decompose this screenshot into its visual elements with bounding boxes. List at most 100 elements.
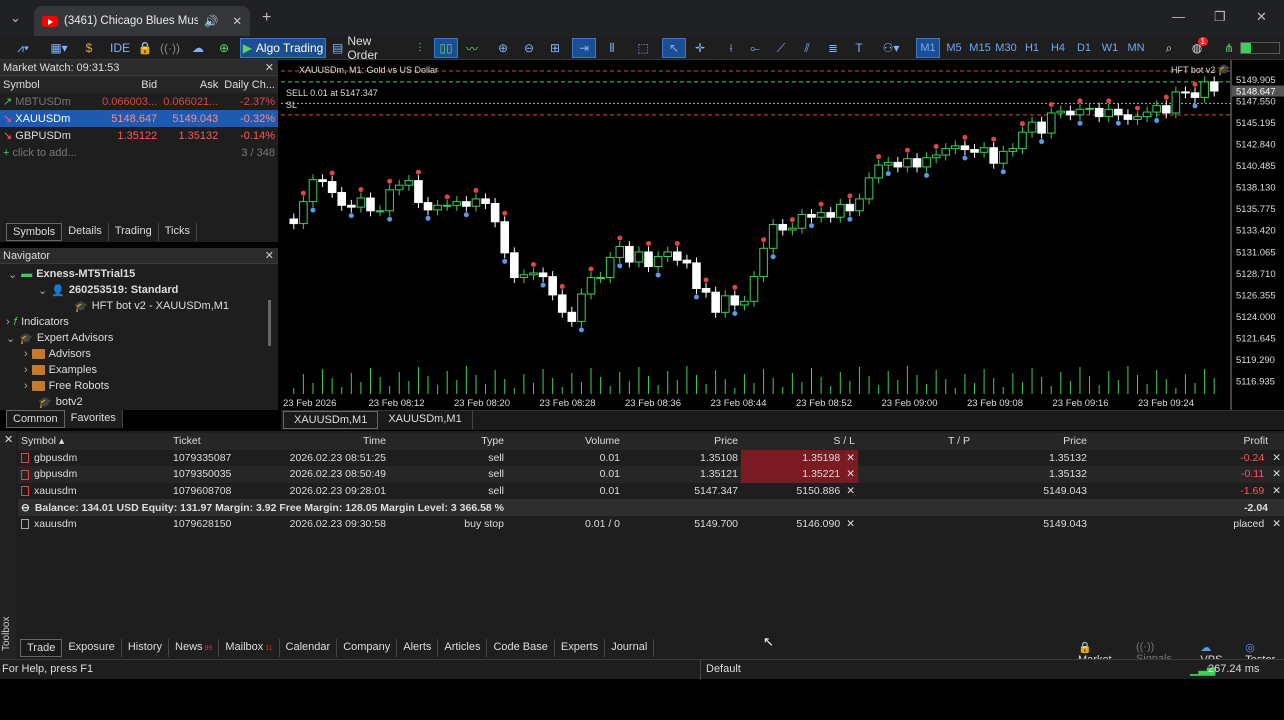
tab-details[interactable]: Details	[62, 223, 109, 241]
globe-icon[interactable]: ⊕	[214, 38, 234, 58]
signal-icon[interactable]: ((·))	[160, 38, 180, 58]
tab-trade[interactable]: Trade	[20, 639, 63, 657]
order-row[interactable]: xauusdm 1079628150 2026.02.23 09:30:58 buy …	[18, 516, 1284, 533]
screenshot-icon[interactable]: ⬚	[634, 38, 652, 58]
nav-free-robots-folder[interactable]: › Free Robots	[24, 378, 109, 394]
chart-type-icon[interactable]: ⩘▾	[8, 38, 38, 58]
col-daily-change[interactable]: Daily Ch...	[221, 76, 278, 93]
col-sl[interactable]: S / L	[741, 433, 858, 450]
browser-tab[interactable]: (3461) Chicago Blues Music - 🔊 ✕	[34, 6, 250, 36]
timeframe-m1[interactable]: M1	[916, 38, 940, 58]
vertical-line-icon[interactable]: ⟊	[722, 38, 740, 58]
profile-name[interactable]: Default	[706, 663, 741, 675]
col-time[interactable]: Time	[274, 433, 389, 450]
tab-search-icon[interactable]: ⌄	[10, 10, 21, 26]
lock-icon[interactable]: 🔒	[136, 38, 154, 58]
col-current-price[interactable]: Price	[973, 433, 1090, 450]
tab-news[interactable]: News 99	[169, 639, 220, 657]
col-price[interactable]: Price	[623, 433, 741, 450]
col-ask[interactable]: Ask	[160, 76, 221, 93]
line-chart-icon[interactable]: 〰	[462, 38, 482, 58]
cloud-icon[interactable]: ☁	[188, 38, 208, 58]
market-row[interactable]: ↗ MBTUSDm 0.066003... 0.066021... -2.37%	[0, 93, 278, 110]
notifications-icon[interactable]: ◍ 1	[1186, 37, 1208, 58]
market-row[interactable]: ↘ GBPUSDm 1.35122 1.35132 -0.14%	[0, 127, 278, 144]
nav-botv2[interactable]: 🎓 botv2	[38, 394, 83, 410]
timeframe-h1[interactable]: H1	[1020, 38, 1044, 58]
tab-history[interactable]: History	[122, 639, 170, 657]
nav-expert-advisors[interactable]: ⌄ 🎓 Expert Advisors	[6, 330, 113, 346]
close-icon[interactable]: ✕	[0, 431, 16, 448]
market-row-selected[interactable]: ↘ XAUUSDm 5148.647 5149.043 -0.32%	[0, 110, 278, 127]
chart-shift-icon[interactable]: ⫴	[602, 38, 622, 58]
tab-alerts[interactable]: Alerts	[397, 639, 439, 657]
timeframe-mn[interactable]: MN	[1124, 38, 1148, 58]
remove-sl-icon[interactable]: ✕	[846, 452, 855, 464]
zoom-in-icon[interactable]: ⊕	[494, 38, 512, 58]
grid-icon[interactable]: ⊞	[546, 38, 564, 58]
connection-icon[interactable]: ⋔	[1222, 38, 1236, 58]
crosshair-icon[interactable]: ✛	[690, 38, 710, 58]
timeframe-h4[interactable]: H4	[1046, 38, 1070, 58]
tab-ticks[interactable]: Ticks	[159, 223, 197, 241]
fibonacci-icon[interactable]: ≣	[824, 38, 842, 58]
new-tab-button[interactable]: +	[262, 9, 271, 27]
nav-examples-folder[interactable]: › Examples	[24, 362, 97, 378]
col-symbol[interactable]: Symbol ▴	[18, 433, 170, 450]
nav-indicators[interactable]: › 𝑓 Indicators	[6, 314, 69, 330]
remove-sl-icon[interactable]: ✕	[846, 468, 855, 480]
delete-order-icon[interactable]: ✕	[1272, 518, 1281, 530]
bar-chart-icon[interactable]: ⫶	[410, 38, 430, 58]
tab-common[interactable]: Common	[6, 410, 65, 428]
minimize-icon[interactable]: —	[1172, 9, 1185, 24]
add-symbol-row[interactable]: + click to add... 3 / 348	[0, 144, 278, 161]
close-icon[interactable]: ✕	[265, 249, 274, 262]
position-row[interactable]: xauusdm 1079608708 2026.02.23 09:28:01 sell…	[18, 483, 1284, 500]
position-row[interactable]: gbpusdm 1079335087 2026.02.23 08:51:25 sell…	[18, 449, 1284, 467]
chart-tab[interactable]: XAUUSDm,M1	[378, 411, 473, 429]
nav-account[interactable]: ⌄ 👤 260253519: Standard	[38, 282, 178, 298]
maximize-icon[interactable]: ❐	[1214, 9, 1226, 25]
ide-button[interactable]: IDE	[110, 38, 130, 58]
price-chart[interactable]: 5149.905 5147.550 5145.195 5142.840 5140.485…	[281, 60, 1284, 410]
search-icon[interactable]: ⌕	[1160, 38, 1178, 58]
money-icon[interactable]: $	[80, 38, 98, 58]
autoscroll-icon[interactable]: ⇥	[572, 38, 596, 58]
remove-sl-icon[interactable]: ✕	[846, 485, 855, 497]
tab-articles[interactable]: Articles	[438, 639, 488, 657]
tab-favorites[interactable]: Favorites	[65, 410, 123, 428]
position-row[interactable]: gbpusdm 1079350035 2026.02.23 08:50:49 sell…	[18, 466, 1284, 483]
col-ticket[interactable]: Ticket	[170, 433, 274, 450]
tab-calendar[interactable]: Calendar	[280, 639, 338, 657]
shapes-icon[interactable]: ⚇▾	[876, 38, 906, 58]
candlestick-icon[interactable]: ▯▯	[434, 38, 458, 58]
tab-mailbox[interactable]: Mailbox 11	[219, 639, 280, 657]
col-bid[interactable]: Bid	[99, 76, 160, 93]
navigator-scrollbar[interactable]	[268, 300, 271, 346]
text-icon[interactable]: T	[850, 38, 868, 58]
tab-code-base[interactable]: Code Base	[487, 639, 555, 657]
nav-expert[interactable]: 🎓 HFT bot v2 - XAUUSDm,M1	[74, 298, 229, 314]
tab-trading[interactable]: Trading	[109, 223, 159, 241]
zoom-out-icon[interactable]: ⊖	[520, 38, 538, 58]
nav-advisors-folder[interactable]: › Advisors	[24, 346, 91, 362]
timeframe-m15[interactable]: M15	[968, 38, 992, 58]
chart-canvas[interactable]: 5149.905 5147.550 5145.195 5142.840 5140.485…	[281, 60, 1284, 410]
close-tab-icon[interactable]: ✕	[232, 14, 242, 28]
tab-company[interactable]: Company	[337, 639, 398, 657]
col-tp[interactable]: T / P	[858, 433, 973, 450]
tab-exposure[interactable]: Exposure	[62, 639, 122, 657]
close-icon[interactable]: ✕	[265, 61, 274, 74]
horizontal-line-icon[interactable]: ⟜	[746, 38, 764, 58]
channel-icon[interactable]: ⫽	[798, 38, 816, 58]
col-profit[interactable]: Profit	[1090, 433, 1284, 450]
tab-symbols[interactable]: Symbols	[6, 223, 63, 241]
minus-circle-icon[interactable]: ⊖	[21, 502, 30, 514]
timeframe-w1[interactable]: W1	[1098, 38, 1122, 58]
col-type[interactable]: Type	[389, 433, 507, 450]
nav-broker[interactable]: ⌄ ▬ Exness-MT5Trial15	[8, 266, 135, 282]
templates-icon[interactable]: ▦▾	[44, 38, 74, 58]
close-position-icon[interactable]: ✕	[1272, 452, 1281, 464]
new-order-button[interactable]: ▤ New Order	[332, 34, 402, 62]
remove-sl-icon[interactable]: ✕	[846, 518, 855, 530]
